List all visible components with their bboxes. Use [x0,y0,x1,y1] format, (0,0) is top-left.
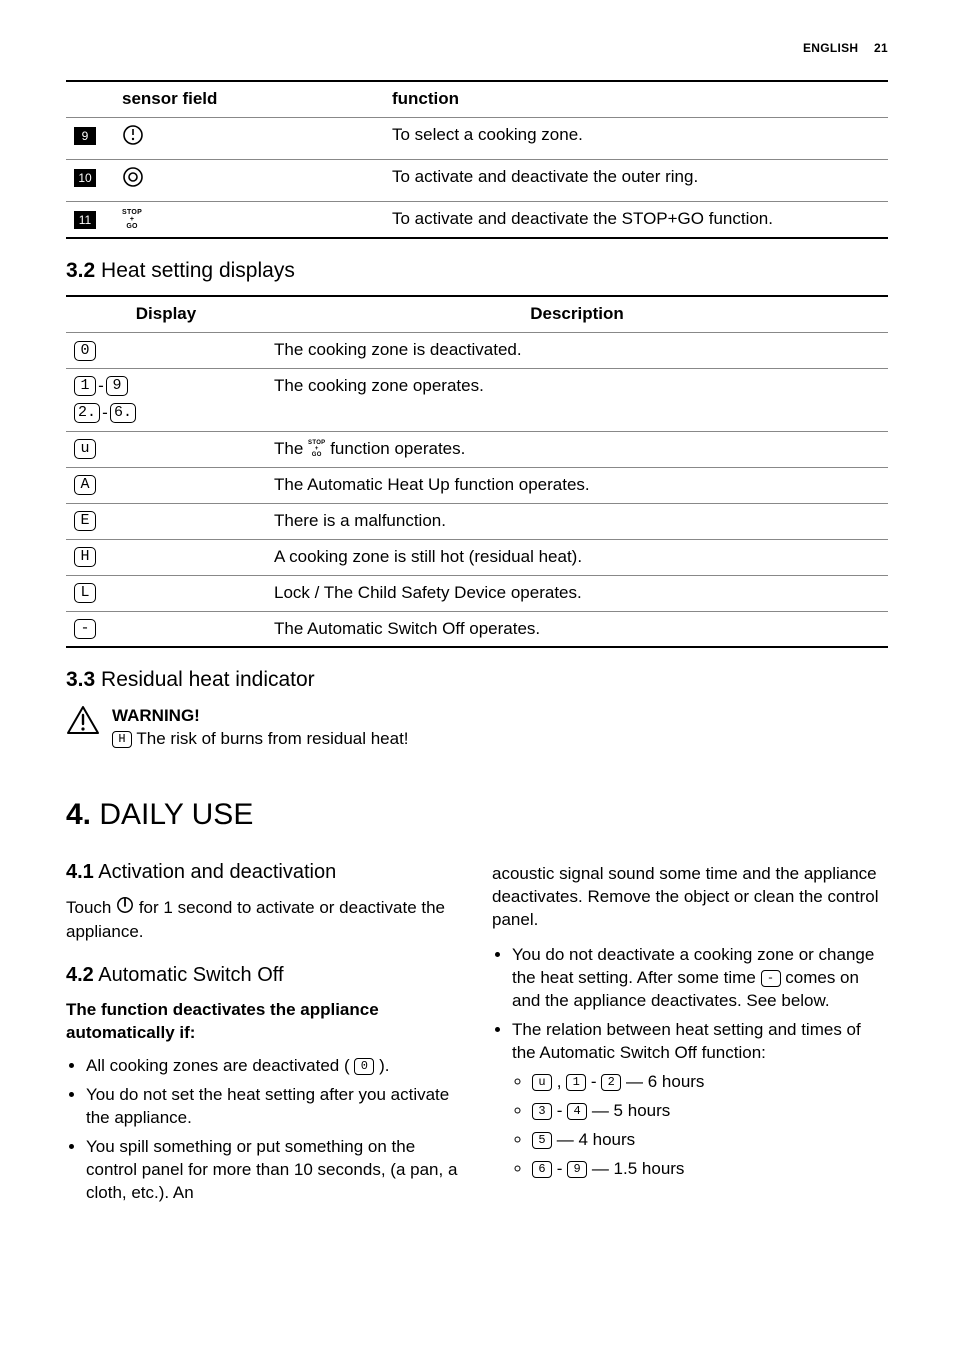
section-heading-4-2: 4.2 Automatic Switch Off [66,962,462,989]
nested-list: u , 1 - 2 — 6 hours 3 - 4 — 5 hours 5 — … [512,1071,888,1181]
section-heading-3-3: 3.3 Residual heat indicator [66,666,888,694]
table-row: 9 To select a cooking zone. [66,117,888,159]
seg-display: 6 [532,1161,552,1178]
list-item: 3 - 4 — 5 hours [532,1100,888,1123]
th-description: Description [266,296,888,332]
left-column: 4.1 Activation and deactivation Touch fo… [66,859,462,1216]
warning-icon [66,705,100,751]
seg-display: A [74,475,96,495]
bullet-list: All cooking zones are deactivated ( 0 ).… [66,1055,462,1205]
body-text: Touch for 1 second to activate or deacti… [66,896,462,944]
running-head-lang: ENGLISH [803,41,858,55]
callout-number: 9 [74,127,96,145]
body-text: acoustic signal sound some time and the … [492,863,888,932]
section-heading-3-2: 3.2 Heat setting displays [66,257,888,285]
th-sensor-field: sensor field [114,81,384,117]
table-row: u The STOP + GO function operates. [66,431,888,467]
list-item: You spill something or put something on … [86,1136,462,1205]
seg-display: H [112,731,132,748]
list-item: 5 — 4 hours [532,1129,888,1152]
warning-text: H The risk of burns from residual heat! [112,728,409,751]
seg-display: 2. [74,403,100,423]
seg-display: 1 [566,1074,586,1091]
list-item: u , 1 - 2 — 6 hours [532,1071,888,1094]
th-function: function [384,81,888,117]
warning-block: WARNING! H The risk of burns from residu… [66,705,888,751]
cell-description: The STOP + GO function operates. [266,431,888,467]
running-head: ENGLISH 21 [803,40,888,56]
heat-display-table: Display Description 0 The cooking zone i… [66,295,888,648]
seg-display: H [74,547,96,567]
seg-display: 9 [106,376,128,396]
seg-display: - [761,970,781,987]
seg-display: L [74,583,96,603]
seg-display: u [74,439,96,459]
table-row: 10 To activate and deactivate the outer … [66,159,888,201]
list-item: 6 - 9 — 1.5 hours [532,1158,888,1181]
table-row: L Lock / The Child Safety Device operate… [66,575,888,611]
cell-description: The cooking zone operates. [266,368,888,431]
table-row: 0 The cooking zone is deactivated. [66,333,888,369]
lead-text: The function deactivates the appliance a… [66,999,462,1045]
chapter-heading-4: 4. DAILY USE [66,795,888,836]
seg-display: 0 [74,341,96,361]
list-item: You do not deactivate a cooking zone or … [512,944,888,1013]
cell-description: Lock / The Child Safety Device operates. [266,575,888,611]
cell-description: The cooking zone is deactivated. [266,333,888,369]
seg-display: 1 [74,376,96,396]
table-row: A The Automatic Heat Up function operate… [66,467,888,503]
bullet-list: You do not deactivate a cooking zone or … [492,944,888,1180]
seg-display: u [532,1074,552,1091]
right-column: acoustic signal sound some time and the … [492,859,888,1216]
cell-description: The Automatic Heat Up function operates. [266,467,888,503]
cell-description: A cooking zone is still hot (residual he… [266,539,888,575]
section-heading-4-1: 4.1 Activation and deactivation [66,859,462,886]
table-row: - The Automatic Switch Off operates. [66,611,888,647]
cell-function: To activate and deactivate the STOP+GO f… [384,201,888,237]
outer-ring-icon [122,166,144,195]
seg-display: - [74,619,96,639]
power-icon [116,896,134,921]
cell-description: The Automatic Switch Off operates. [266,611,888,647]
seg-display: 9 [567,1161,587,1178]
table-row: 11 STOP + GO To activate and deactivate … [66,201,888,237]
callout-number: 11 [74,211,96,229]
table-row: E There is a malfunction. [66,503,888,539]
warning-label: WARNING! [112,705,409,728]
seg-display: 0 [354,1058,374,1075]
seg-display: 5 [532,1132,552,1149]
cell-description: There is a malfunction. [266,503,888,539]
seg-display: 3 [532,1103,552,1120]
list-item: You do not set the heat setting after yo… [86,1084,462,1130]
table-row: H A cooking zone is still hot (residual … [66,539,888,575]
stop-go-icon: STOP + GO [122,209,142,230]
seg-display: 2 [601,1074,621,1091]
list-item: The relation between heat setting and ti… [512,1019,888,1181]
sensor-field-table: sensor field function 9 To select a cook… [66,80,888,239]
seg-display: 6. [110,403,136,423]
list-item: All cooking zones are deactivated ( 0 ). [86,1055,462,1078]
page-number: 21 [874,41,888,55]
stop-go-icon: STOP + GO [308,440,325,458]
seg-display: 4 [567,1103,587,1120]
table-row: 1 - 9 2. - 6. The cooking zone operates. [66,368,888,431]
zone-select-icon [122,124,144,153]
th-display: Display [66,296,266,332]
cell-function: To activate and deactivate the outer rin… [384,159,888,201]
cell-function: To select a cooking zone. [384,117,888,159]
seg-display: E [74,511,96,531]
callout-number: 10 [74,169,96,187]
